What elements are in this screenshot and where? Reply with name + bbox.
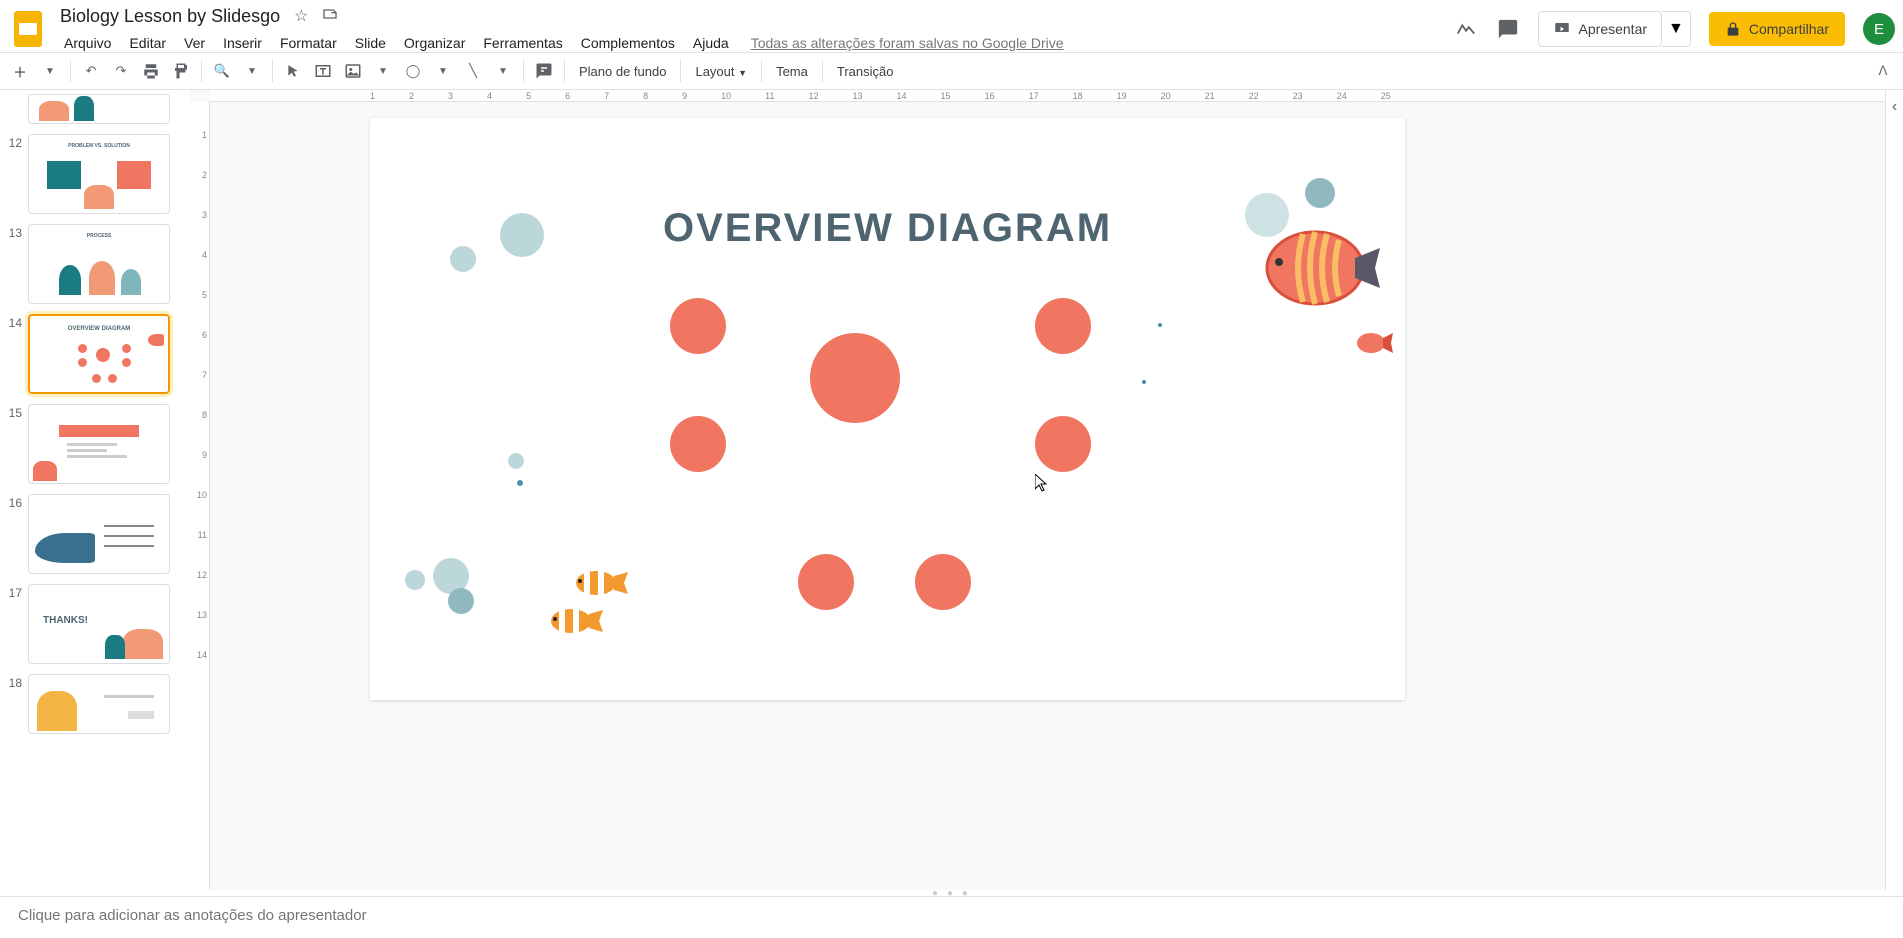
- present-label: Apresentar: [1579, 21, 1647, 37]
- thumb-num: 12: [8, 134, 22, 214]
- cursor-icon: [1035, 474, 1047, 492]
- menu-ver[interactable]: Ver: [176, 31, 213, 55]
- collapse-toolbar-icon[interactable]: ᐱ: [1869, 57, 1897, 85]
- diagram-circle[interactable]: [1035, 298, 1091, 354]
- paint-format-button[interactable]: [167, 57, 195, 85]
- menu-arquivo[interactable]: Arquivo: [56, 31, 119, 55]
- menu-slide[interactable]: Slide: [347, 31, 394, 55]
- slide-thumb-16[interactable]: [28, 494, 170, 574]
- slide-thumb-11[interactable]: [28, 94, 170, 124]
- layout-button[interactable]: Layout ▼: [687, 64, 755, 79]
- new-slide-dropdown[interactable]: ▼: [36, 57, 64, 85]
- diagram-circle[interactable]: [810, 333, 900, 423]
- thumb-num: 15: [8, 404, 22, 484]
- thumb-num: 13: [8, 224, 22, 304]
- slides-logo[interactable]: [8, 9, 48, 49]
- slide-thumb-13[interactable]: PROCESS: [28, 224, 170, 304]
- diagram-circle[interactable]: [670, 298, 726, 354]
- shape-dropdown[interactable]: ▼: [429, 57, 457, 85]
- diagram-circle[interactable]: [1035, 416, 1091, 472]
- select-tool[interactable]: [279, 57, 307, 85]
- activity-icon[interactable]: [1454, 17, 1478, 41]
- water-bubble: [1158, 323, 1162, 327]
- thumb-num: 16: [8, 494, 22, 574]
- move-icon[interactable]: [322, 6, 338, 26]
- water-bubble: [1142, 380, 1146, 384]
- present-button[interactable]: Apresentar: [1538, 11, 1662, 47]
- clownfish-icon: [570, 566, 630, 600]
- filmstrip[interactable]: 12 PROBLEM VS. SOLUTION 13 PROCESS: [0, 90, 190, 890]
- small-fish-icon: [1353, 328, 1395, 358]
- horizontal-ruler: 1234567891011121314151617181920212223242…: [210, 90, 1885, 102]
- vertical-ruler: 1234567891011121314: [190, 102, 210, 890]
- slide-thumb-17[interactable]: THANKS!: [28, 584, 170, 664]
- redo-button[interactable]: ↷: [107, 57, 135, 85]
- save-status[interactable]: Todas as alterações foram salvas no Goog…: [751, 35, 1064, 51]
- theme-button[interactable]: Tema: [768, 64, 816, 79]
- clownfish-icon: [545, 604, 605, 638]
- thumb-num: 14: [8, 314, 22, 394]
- diagram-circle[interactable]: [798, 554, 854, 610]
- water-bubble: [448, 588, 474, 614]
- zoom-button[interactable]: 🔍: [208, 57, 236, 85]
- slide-thumb-12[interactable]: PROBLEM VS. SOLUTION: [28, 134, 170, 214]
- explore-rail[interactable]: ‹: [1885, 90, 1903, 890]
- diagram-circle[interactable]: [670, 416, 726, 472]
- slide-thumb-15[interactable]: [28, 404, 170, 484]
- chevron-left-icon[interactable]: ‹: [1892, 98, 1897, 116]
- water-bubble: [500, 213, 544, 257]
- menu-formatar[interactable]: Formatar: [272, 31, 345, 55]
- menu-ajuda[interactable]: Ajuda: [685, 31, 737, 55]
- toolbar: ＋ ▼ ↶ ↷ 🔍 ▼ ▼ ◯ ▼ ╲ ▼ Plano de fundo Lay…: [0, 52, 1903, 90]
- share-button[interactable]: Compartilhar: [1709, 12, 1845, 46]
- undo-button[interactable]: ↶: [77, 57, 105, 85]
- line-dropdown[interactable]: ▼: [489, 57, 517, 85]
- menu-ferramentas[interactable]: Ferramentas: [475, 31, 570, 55]
- fish-illustration: [1255, 218, 1385, 318]
- comment-tool[interactable]: [530, 57, 558, 85]
- line-tool[interactable]: ╲: [459, 57, 487, 85]
- canvas[interactable]: 1234567891011121314151617181920212223242…: [190, 90, 1885, 890]
- present-dropdown[interactable]: ▼: [1662, 11, 1691, 47]
- slide-thumb-14[interactable]: OVERVIEW DIAGRAM: [28, 314, 170, 394]
- comments-icon[interactable]: [1496, 17, 1520, 41]
- zoom-dropdown[interactable]: ▼: [238, 57, 266, 85]
- thumb-num: 18: [8, 674, 22, 734]
- new-slide-button[interactable]: ＋: [6, 57, 34, 85]
- menu-organizar[interactable]: Organizar: [396, 31, 473, 55]
- menu-editar[interactable]: Editar: [121, 31, 174, 55]
- thumb-num: 17: [8, 584, 22, 664]
- share-label: Compartilhar: [1749, 21, 1829, 37]
- textbox-tool[interactable]: [309, 57, 337, 85]
- menu-bar: Arquivo Editar Ver Inserir Formatar Slid…: [56, 31, 1454, 55]
- doc-title[interactable]: Biology Lesson by Slidesgo: [56, 4, 284, 29]
- menu-inserir[interactable]: Inserir: [215, 31, 270, 55]
- print-button[interactable]: [137, 57, 165, 85]
- water-bubble: [1305, 178, 1335, 208]
- account-avatar[interactable]: E: [1863, 13, 1895, 45]
- slide-main[interactable]: OVERVIEW DIAGRAM: [370, 118, 1405, 700]
- diagram-circle[interactable]: [915, 554, 971, 610]
- star-icon[interactable]: ☆: [294, 6, 308, 26]
- background-button[interactable]: Plano de fundo: [571, 64, 674, 79]
- slide-thumb-18[interactable]: [28, 674, 170, 734]
- water-bubble: [508, 453, 524, 469]
- water-bubble: [405, 570, 425, 590]
- transition-button[interactable]: Transição: [829, 64, 902, 79]
- water-bubble: [517, 480, 523, 486]
- shape-tool[interactable]: ◯: [399, 57, 427, 85]
- image-dropdown[interactable]: ▼: [369, 57, 397, 85]
- titlebar: Biology Lesson by Slidesgo ☆ Arquivo Edi…: [0, 0, 1903, 52]
- menu-complementos[interactable]: Complementos: [573, 31, 683, 55]
- water-bubble: [450, 246, 476, 272]
- image-tool[interactable]: [339, 57, 367, 85]
